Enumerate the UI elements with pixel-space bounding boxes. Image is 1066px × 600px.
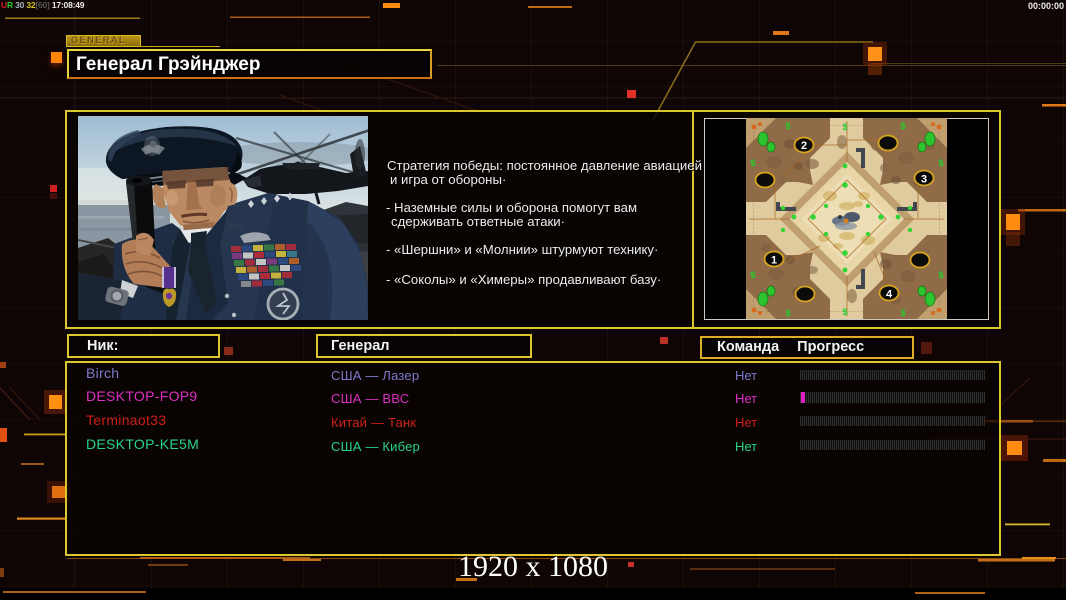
svg-text:4: 4	[886, 289, 893, 301]
svg-text:$: $	[750, 270, 755, 280]
svg-text:2: 2	[801, 140, 807, 152]
svg-text:$: $	[785, 121, 790, 131]
svg-text:$: $	[842, 122, 847, 132]
svg-text:$: $	[900, 308, 905, 318]
svg-text:$: $	[938, 158, 943, 168]
svg-text:$: $	[938, 270, 943, 280]
svg-text:$: $	[785, 308, 790, 318]
svg-text:$: $	[842, 307, 847, 317]
svg-text:1: 1	[771, 255, 777, 267]
svg-text:$: $	[750, 158, 755, 168]
svg-text:3: 3	[921, 174, 927, 186]
svg-text:$: $	[900, 121, 905, 131]
